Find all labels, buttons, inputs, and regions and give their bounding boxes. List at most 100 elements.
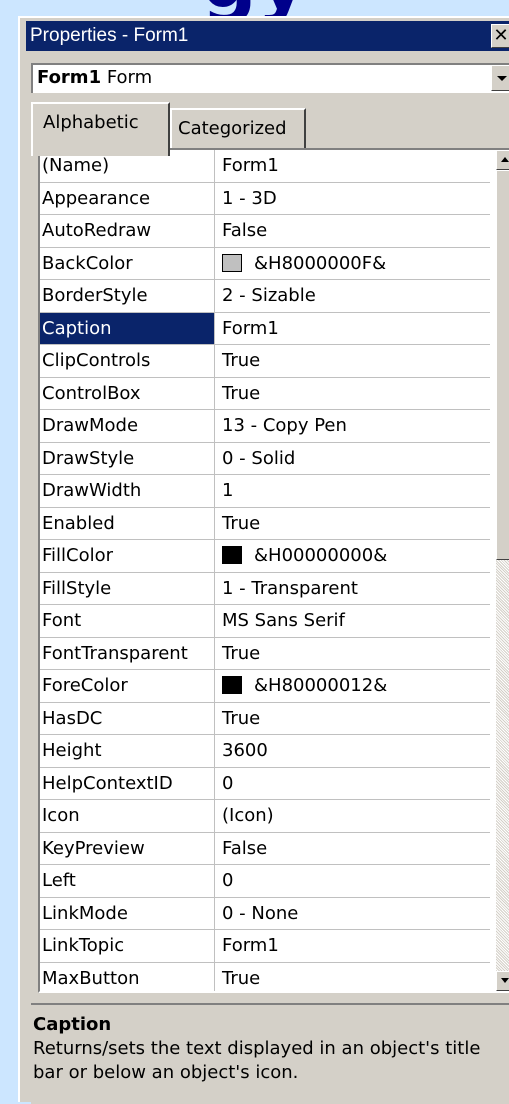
property-value[interactable]: True xyxy=(216,963,490,992)
object-selector[interactable]: Form1 Form xyxy=(31,63,509,93)
property-name[interactable]: AutoRedraw xyxy=(40,215,215,247)
property-value-text: (Icon) xyxy=(222,805,274,826)
property-value-text: 0 xyxy=(222,870,234,891)
property-name[interactable]: ForeColor xyxy=(40,670,215,702)
property-value-text: &H8000000F& xyxy=(254,252,387,274)
property-row[interactable]: KeyPreview False xyxy=(40,832,490,865)
scroll-down-icon[interactable] xyxy=(496,971,509,991)
vertical-scrollbar[interactable] xyxy=(496,150,509,991)
property-row[interactable]: BorderStyle 2 - Sizable xyxy=(40,280,490,313)
property-row[interactable]: LinkTopic Form1 xyxy=(40,930,490,963)
property-name[interactable]: FillStyle xyxy=(40,572,215,604)
property-name[interactable]: LinkMode xyxy=(40,897,215,929)
property-value[interactable]: 1 - Transparent xyxy=(216,573,490,605)
property-row[interactable]: Appearance 1 - 3D xyxy=(40,182,490,215)
tab-categorized[interactable]: Categorized xyxy=(170,108,306,150)
property-row[interactable]: Left 0 xyxy=(40,865,490,898)
property-value[interactable]: 3600 xyxy=(216,735,490,767)
property-value[interactable]: 0 - None xyxy=(216,898,490,930)
property-row[interactable]: ClipControls True xyxy=(40,345,490,378)
property-value[interactable]: 2 - Sizable xyxy=(216,280,490,312)
property-value[interactable]: 0 - Solid xyxy=(216,443,490,475)
property-row[interactable]: Icon (Icon) xyxy=(40,800,490,833)
property-value[interactable]: False xyxy=(216,215,490,247)
close-button[interactable]: ✕ xyxy=(491,24,509,48)
property-name[interactable]: FontTransparent xyxy=(40,637,215,669)
property-name[interactable]: DrawMode xyxy=(40,410,215,442)
property-value[interactable]: 1 - 3D xyxy=(216,183,490,215)
property-name[interactable]: DrawStyle xyxy=(40,442,215,474)
property-name[interactable]: FillColor xyxy=(40,540,215,572)
property-row[interactable]: Caption Form1 xyxy=(40,312,490,345)
property-row[interactable]: DrawStyle 0 - Solid xyxy=(40,442,490,475)
property-value[interactable]: Form1 xyxy=(216,313,490,345)
property-row[interactable]: ForeColor &H80000012& xyxy=(40,670,490,703)
property-row[interactable]: BackColor &H8000000F& xyxy=(40,247,490,280)
description-title: Caption xyxy=(33,1014,112,1035)
property-name[interactable]: Left xyxy=(40,865,215,897)
property-value[interactable]: True xyxy=(216,345,490,377)
property-value-text: True xyxy=(222,350,261,371)
property-value[interactable]: MS Sans Serif xyxy=(216,605,490,637)
property-value[interactable]: Form1 xyxy=(216,930,490,962)
property-value[interactable]: True xyxy=(216,638,490,670)
property-name[interactable]: Enabled xyxy=(40,507,215,539)
property-row[interactable]: Font MS Sans Serif xyxy=(40,605,490,638)
window-title: Properties - Form1 xyxy=(30,25,189,46)
property-value-text: True xyxy=(222,642,261,664)
property-value-text: 1 xyxy=(222,480,234,501)
property-row[interactable]: AutoRedraw False xyxy=(40,215,490,248)
property-row[interactable]: ControlBox True xyxy=(40,377,490,410)
property-row[interactable]: MaxButton True xyxy=(40,962,490,992)
property-row[interactable]: HasDC True xyxy=(40,702,490,735)
property-value[interactable]: True xyxy=(216,378,490,410)
property-value[interactable]: True xyxy=(216,703,490,735)
property-value[interactable]: (Icon) xyxy=(216,800,490,832)
property-name[interactable]: BorderStyle xyxy=(40,280,215,312)
property-row[interactable]: Height 3600 xyxy=(40,735,490,768)
scroll-up-icon[interactable] xyxy=(496,150,509,170)
property-value-text: 3600 xyxy=(222,740,268,761)
property-row[interactable]: LinkMode 0 - None xyxy=(40,897,490,930)
property-value[interactable]: &H8000000F& xyxy=(216,248,490,280)
property-row[interactable]: DrawWidth 1 xyxy=(40,475,490,508)
property-name[interactable]: KeyPreview xyxy=(40,832,215,864)
property-value[interactable]: &H00000000& xyxy=(216,540,490,572)
property-row[interactable]: FillColor &H00000000& xyxy=(40,540,490,573)
property-value[interactable]: False xyxy=(216,833,490,865)
property-value-text: True xyxy=(222,967,261,989)
property-name[interactable]: DrawWidth xyxy=(40,475,215,507)
property-row[interactable]: HelpContextID 0 xyxy=(40,767,490,800)
property-name[interactable]: ControlBox xyxy=(40,377,215,409)
property-value[interactable]: &H80000012& xyxy=(216,670,490,702)
property-name[interactable]: Font xyxy=(40,605,215,637)
tab-alphabetic[interactable]: Alphabetic xyxy=(31,102,170,156)
property-value[interactable]: 13 - Copy Pen xyxy=(216,410,490,442)
property-row[interactable]: Enabled True xyxy=(40,507,490,540)
dropdown-arrow-icon[interactable] xyxy=(491,65,509,91)
property-name[interactable]: ClipControls xyxy=(40,345,215,377)
property-name[interactable]: BackColor xyxy=(40,247,215,279)
property-name[interactable]: HelpContextID xyxy=(40,767,215,799)
property-value-text: False xyxy=(222,220,268,241)
property-name[interactable]: Caption xyxy=(40,312,215,344)
property-value-text: 0 xyxy=(222,772,234,794)
object-type: Form xyxy=(106,67,153,88)
property-name[interactable]: Icon xyxy=(40,800,215,832)
scroll-thumb[interactable] xyxy=(496,170,509,560)
property-value[interactable]: Form1 xyxy=(216,150,490,182)
property-row[interactable]: FillStyle 1 - Transparent xyxy=(40,572,490,605)
property-value-text: MS Sans Serif xyxy=(222,610,345,631)
property-value[interactable]: 1 xyxy=(216,475,490,507)
property-row[interactable]: FontTransparent True xyxy=(40,637,490,670)
property-name[interactable]: LinkTopic xyxy=(40,930,215,962)
property-value[interactable]: 0 xyxy=(216,865,490,897)
property-name[interactable]: HasDC xyxy=(40,702,215,734)
property-name[interactable]: Appearance xyxy=(40,182,215,214)
property-row[interactable]: DrawMode 13 - Copy Pen xyxy=(40,410,490,443)
property-name[interactable]: Height xyxy=(40,735,215,767)
property-name[interactable]: MaxButton xyxy=(40,962,215,991)
property-value[interactable]: 0 xyxy=(216,768,490,800)
property-value[interactable]: True xyxy=(216,508,490,540)
property-grid: (Name) Form1 Appearance 1 - 3D AutoRedraw Fal… xyxy=(38,148,509,993)
